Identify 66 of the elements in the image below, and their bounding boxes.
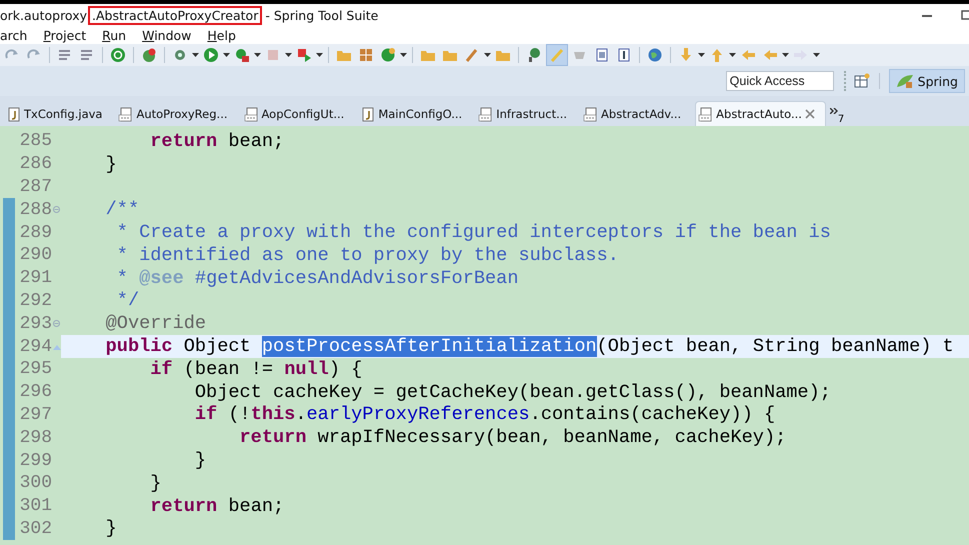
line-number: 301: [18, 496, 52, 516]
editor-tab[interactable]: Infrastruct...: [476, 102, 578, 126]
code-line: return bean;: [149, 130, 286, 153]
line-number: 288: [18, 200, 52, 220]
line-number: 295: [18, 359, 52, 380]
class-file-icon: [583, 106, 598, 122]
restore-icon[interactable]: [961, 9, 969, 21]
line-number: 287: [18, 176, 52, 197]
class-file-icon: [244, 106, 259, 122]
code-line: }: [194, 449, 208, 472]
class-file-icon: [118, 106, 134, 122]
window-title: ork.autoproxy: [0, 8, 87, 22]
code-line: if (!this.earlyProxyReferences.contains(cacheKey)) {: [194, 404, 776, 426]
editor-tab[interactable]: AbstractAdv...: [581, 102, 692, 126]
editor-tab[interactable]: AbstractAuto...: [695, 101, 826, 126]
line-number: 302: [18, 518, 52, 539]
power-icon[interactable]: [108, 45, 128, 65]
code-line: Object cacheKey = getCacheKey(bean.getClass(), beanName);: [194, 380, 832, 404]
line-number: 299: [18, 450, 52, 471]
line-number: 292: [18, 290, 52, 311]
code-line: @Override: [104, 312, 208, 336]
code-line: return bean;: [149, 494, 286, 518]
class-file-icon: [698, 106, 714, 122]
line-number: 297: [18, 404, 52, 425]
code-line: if (bean != null) {: [149, 358, 364, 381]
open-perspective-icon[interactable]: [854, 73, 870, 89]
code-line: * identified as one to proxy by the subclass.: [116, 244, 620, 267]
code-line: * Create a proxy with the configured interceptors if the bean is: [116, 221, 832, 244]
menu-item[interactable]: Window: [142, 28, 192, 42]
quick-access-field[interactable]: Quick Access: [726, 71, 834, 91]
line-number: 294: [18, 336, 52, 357]
code-line: return wrapIfNecessary(bean, beanName, cacheKey);: [238, 426, 788, 450]
menu-item[interactable]: Project: [43, 28, 86, 42]
perspective-button[interactable]: Spring: [888, 69, 965, 93]
code-line: /**: [104, 198, 140, 222]
menu-item[interactable]: Run: [102, 28, 126, 42]
play-icon[interactable]: [201, 45, 221, 65]
menu-item[interactable]: Help: [207, 28, 236, 42]
code-line: * @see #getAdvicesAndAdvisorsForBean: [116, 266, 520, 290]
line-number: 290: [18, 245, 52, 266]
line-number: 298: [18, 428, 52, 448]
line-number: 291: [18, 268, 52, 288]
code-line: }: [104, 518, 118, 540]
editor-tab[interactable]: TxConfig.java: [4, 102, 112, 126]
line-number: 293: [18, 314, 52, 334]
java-file-icon: [6, 106, 21, 122]
line-number: 286: [18, 154, 52, 174]
close-icon[interactable]: [804, 109, 815, 119]
editor-tab[interactable]: AopConfigUt...: [242, 102, 354, 126]
window-title-suffix: - Spring Tool Suite: [265, 8, 378, 22]
line-number: 289: [18, 222, 52, 243]
window-title-highlight: .AbstractAutoProxyCreator: [88, 6, 262, 24]
menu-item[interactable]: arch: [0, 28, 28, 42]
editor-tab[interactable]: AutoProxyReg...: [116, 102, 238, 126]
code-line: }: [149, 472, 162, 495]
code-line: }: [104, 152, 118, 176]
class-file-icon: [478, 106, 494, 122]
line-number: 285: [18, 131, 52, 152]
chevron-icon: [830, 108, 838, 114]
java-file-icon: [360, 106, 376, 122]
editor-tab[interactable]: MainConfigO...: [358, 102, 472, 126]
leaf-icon: [896, 73, 914, 89]
line-number: 300: [18, 473, 52, 494]
line-number: 296: [18, 382, 52, 402]
code-line: */: [116, 290, 140, 312]
tab-overflow-count[interactable]: 7: [830, 108, 844, 126]
